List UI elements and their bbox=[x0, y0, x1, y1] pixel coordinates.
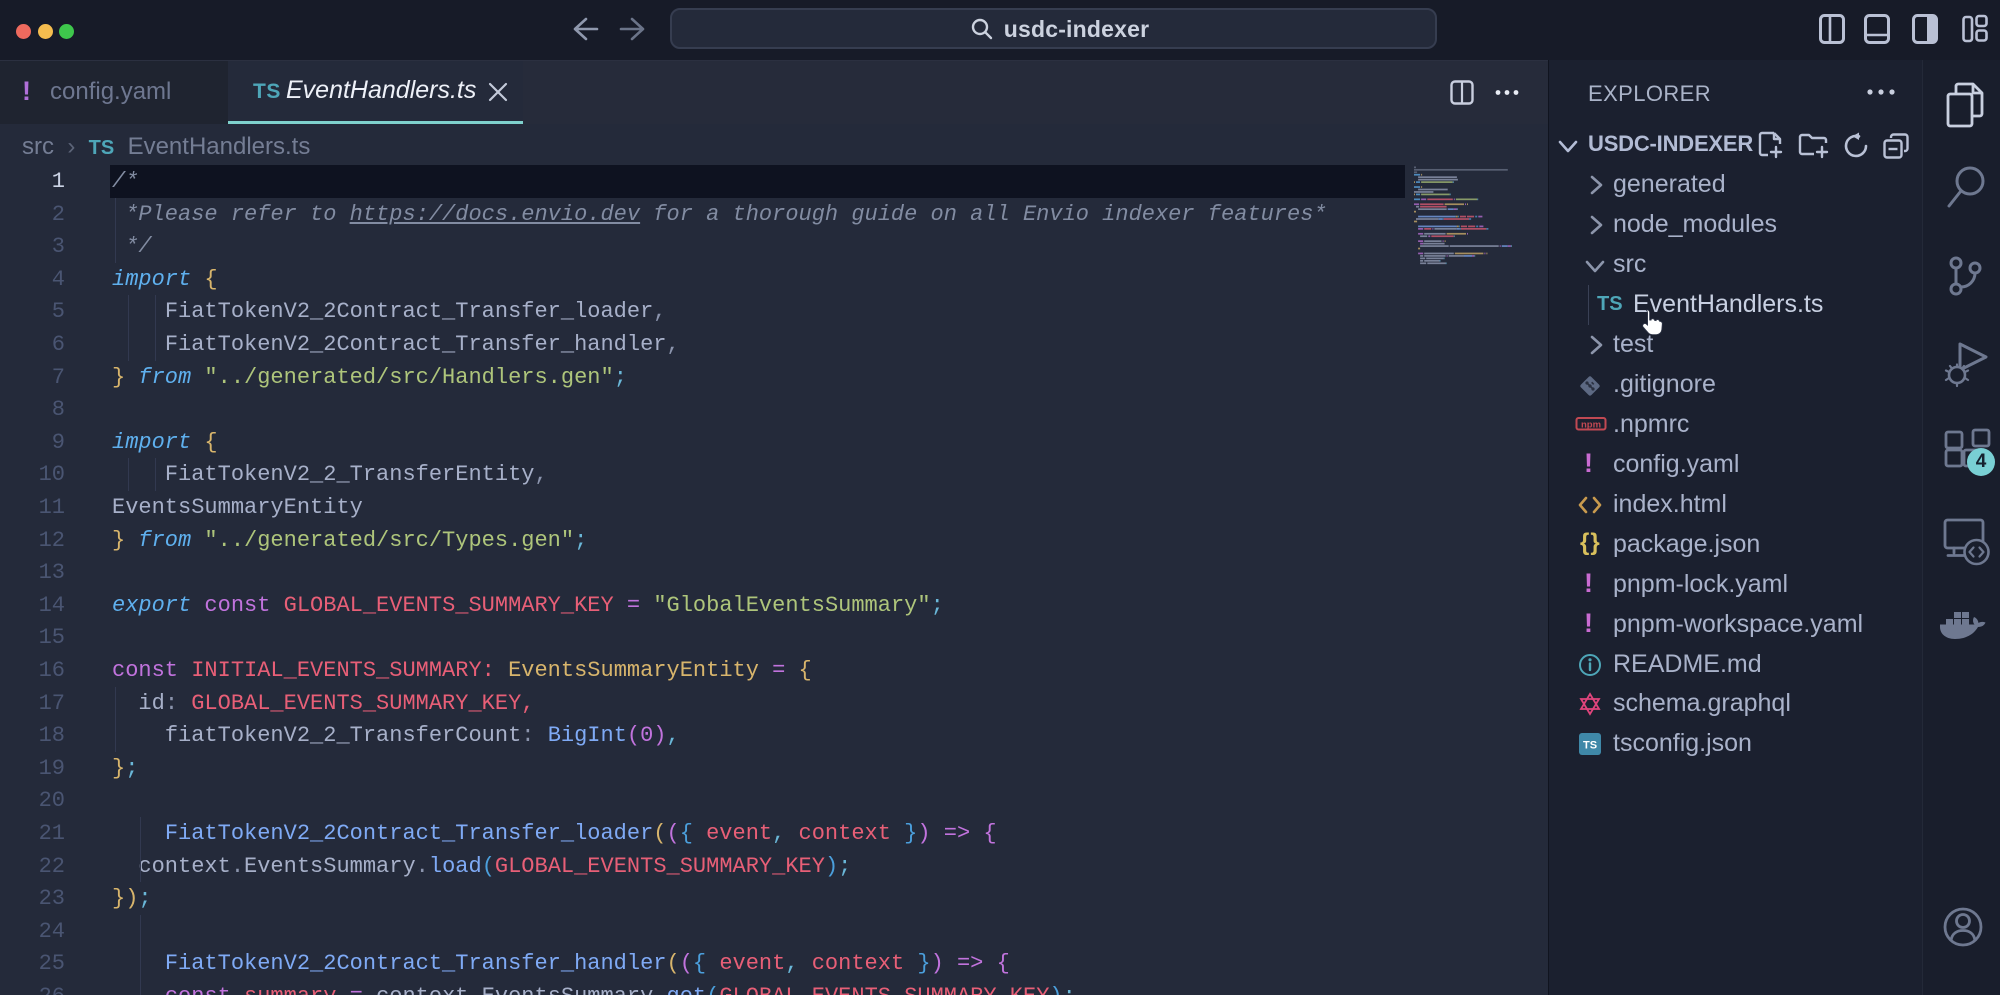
svg-text:npm: npm bbox=[1581, 420, 1601, 431]
svg-text:TS: TS bbox=[1583, 740, 1597, 752]
